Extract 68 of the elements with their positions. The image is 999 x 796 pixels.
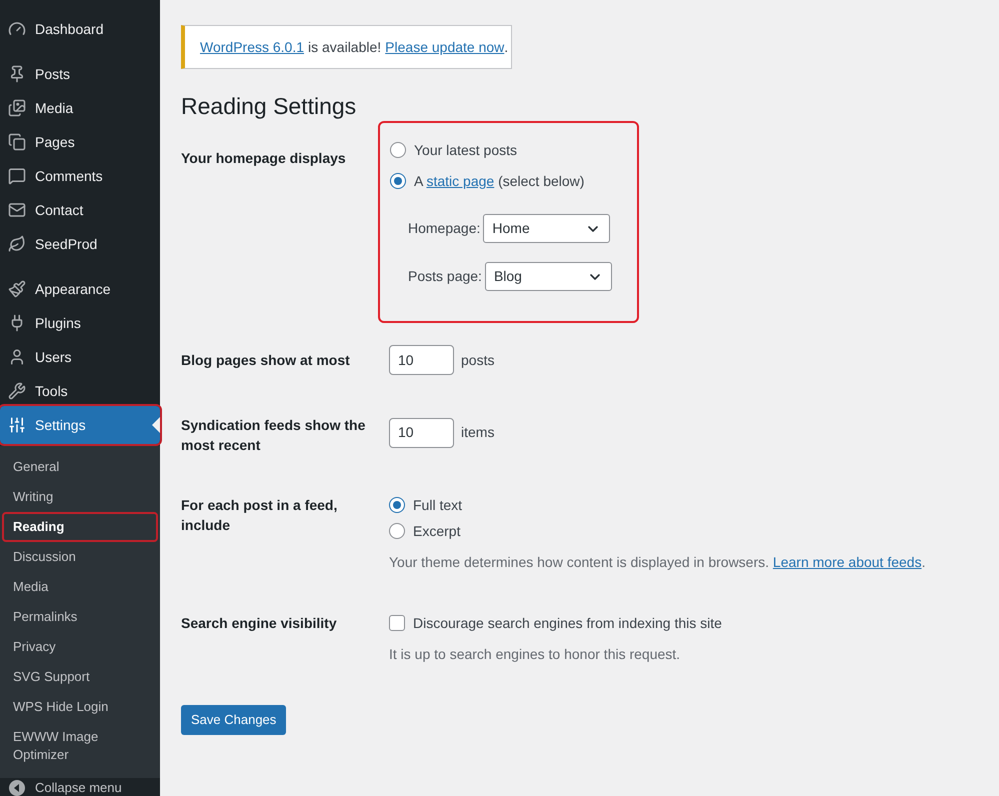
comment-icon [8,167,26,185]
menu-item[interactable]: Pages [0,125,160,159]
radio-label: Your latest posts [414,140,517,160]
submenu-item[interactable]: WPS Hide Login [2,692,158,722]
submenu-item[interactable]: Media [2,572,158,602]
feeds-link[interactable]: Learn more about feeds [772,554,922,570]
radio-label: A static page (select below) [414,172,584,191]
save-button[interactable]: Save Changes [181,705,286,735]
mail-icon [8,201,26,219]
unit-label: posts [461,350,494,370]
menu-item[interactable]: Settings [0,406,160,444]
leaf-icon [8,235,26,253]
current-pointer-icon [152,417,160,433]
menu-item[interactable]: Comments [0,159,160,193]
user-icon [8,348,26,366]
submenu-item[interactable]: Privacy [2,632,158,662]
menu-item[interactable]: Users [0,340,160,374]
settings-icon [8,416,26,434]
number-field[interactable]: 10 [389,418,454,448]
menu-item[interactable]: Dashboard [0,12,160,46]
radio-button[interactable] [389,497,405,513]
checkbox-label: Discourage search engines from indexing this site [413,614,722,633]
setting-label: Your homepage displays [181,149,347,168]
submenu-item[interactable]: EWWW Image Optimizer [2,722,158,770]
notice-text: is available! [308,38,382,56]
page-select[interactable]: Blog [484,262,612,291]
media-icon [8,99,26,117]
unit-label: items [461,423,494,442]
submenu-item[interactable]: Reading [2,512,158,542]
page-title: Reading Settings [181,92,358,121]
select-label: Posts page: [408,267,482,286]
wrench-icon [8,382,26,400]
submenu-item[interactable]: Writing [2,482,158,512]
menu-item[interactable]: Plugins [0,306,160,340]
radio-label: Full text [413,496,462,514]
menu-item[interactable]: Tools [0,374,160,408]
static-page-link[interactable]: static page [426,172,494,188]
menu-item[interactable]: Appearance [0,272,160,306]
select-label: Homepage: [408,219,480,238]
setting-label: Blog pages show at most [181,351,351,370]
menu-item[interactable]: Posts [0,57,160,91]
checkbox[interactable] [389,615,405,631]
description-text: Your theme determines how content is displayed in browsers. Learn more about feeds. [389,553,926,572]
menu-item[interactable]: Contact [0,193,160,227]
radio-button[interactable] [390,142,406,158]
dashboard-icon [8,20,26,38]
pin-icon [8,65,26,83]
number-field[interactable]: 10 [389,345,454,375]
submenu-item[interactable]: General [2,452,158,482]
description-text: It is up to search engines to honor this request. [389,645,682,664]
collapse-menu-button[interactable]: Collapse menu [0,778,160,796]
page-select[interactable]: Home [483,214,610,243]
submenu-item[interactable]: Permalinks [2,602,158,632]
submenu-item[interactable]: SVG Support [2,662,158,692]
setting-label: For each post in a feed, include [181,496,338,535]
radio-label: Excerpt [413,522,460,541]
radio-button[interactable] [389,523,405,539]
menu-item[interactable]: SeedProd [0,227,160,261]
setting-label: Search engine visibility [181,614,338,633]
setting-label: Syndication feeds show the most recent [181,416,366,455]
submenu-item[interactable]: Discussion [2,542,158,572]
update-link[interactable]: Please update now [385,36,504,58]
notice-end: . [504,38,508,56]
version-link[interactable]: WordPress 6.0.1 [200,36,304,58]
brush-icon [8,280,26,298]
pages-icon [8,133,26,151]
menu-item[interactable]: Media [0,91,160,125]
radio-button[interactable] [390,173,406,189]
